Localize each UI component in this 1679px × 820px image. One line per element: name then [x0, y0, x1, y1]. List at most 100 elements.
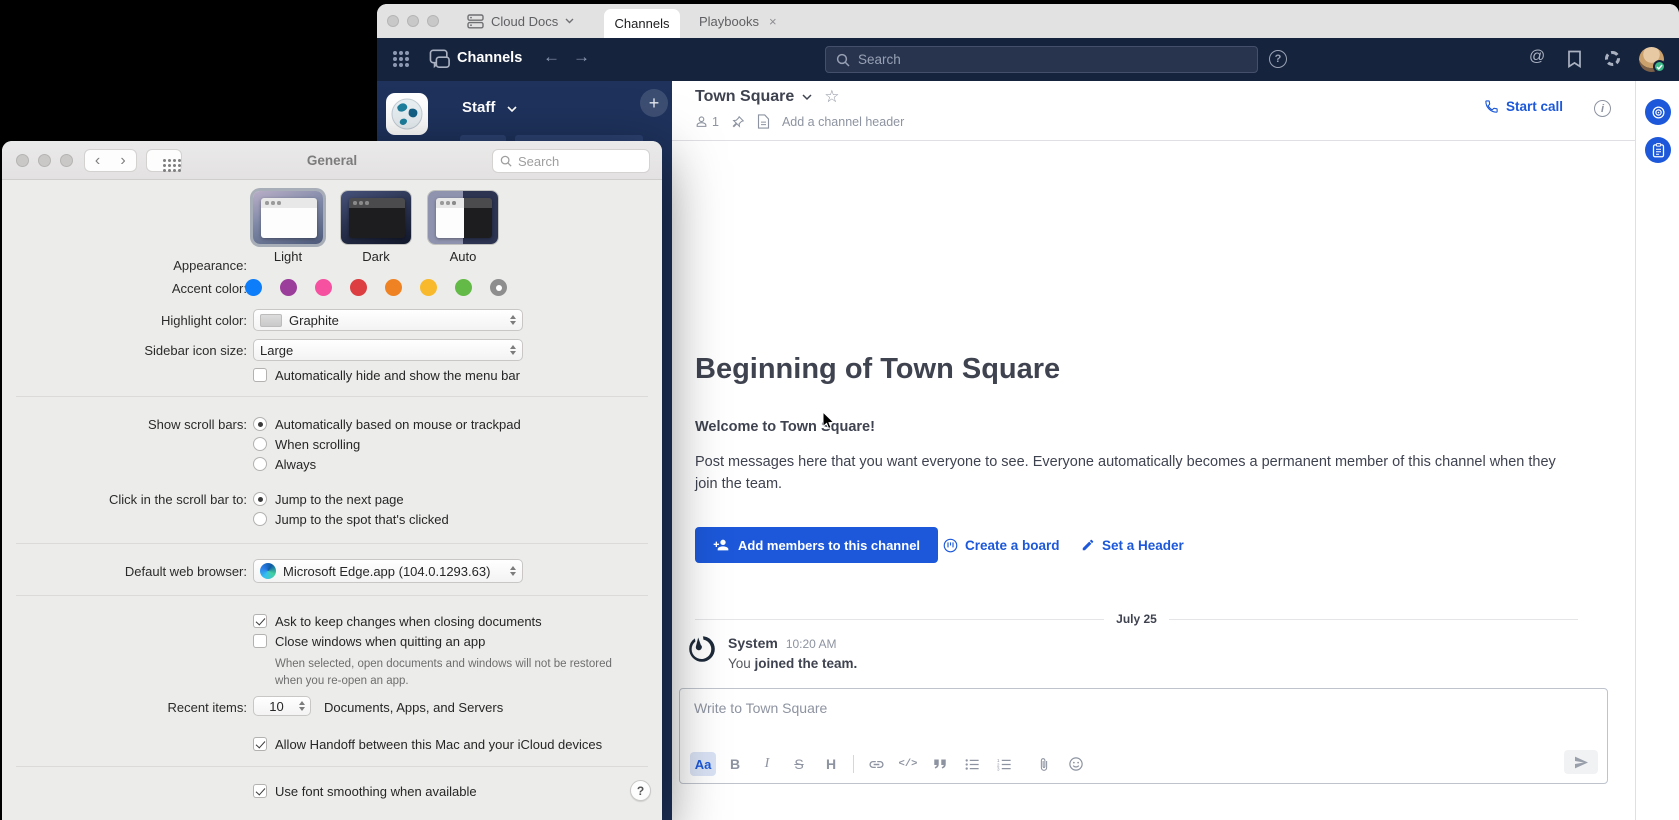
- boards-app-button[interactable]: [1645, 137, 1671, 163]
- channel-subheader: 1 Add a channel header: [695, 114, 904, 129]
- numbered-list-button[interactable]: 123: [991, 752, 1017, 776]
- window-close-button[interactable]: [387, 15, 399, 27]
- date-divider-label[interactable]: July 25: [1116, 612, 1157, 626]
- scrollbars-when-scrolling-label: When scrolling: [275, 437, 360, 452]
- search-icon: [500, 155, 512, 167]
- ask-keep-changes-checkbox[interactable]: [253, 614, 267, 628]
- jump-to-spot-radio[interactable]: [253, 512, 267, 526]
- tab-close-icon[interactable]: ×: [769, 14, 777, 29]
- server-icon: [467, 14, 484, 29]
- italic-button[interactable]: I: [754, 752, 780, 776]
- history-forward-icon[interactable]: →: [573, 47, 590, 67]
- edge-browser-icon: [260, 563, 276, 579]
- window-minimize-button[interactable]: [407, 15, 419, 27]
- search-input[interactable]: Search: [825, 46, 1258, 73]
- send-button[interactable]: [1564, 750, 1598, 774]
- accent-color-graphite[interactable]: [490, 279, 507, 296]
- add-channel-header-link[interactable]: Add a channel header: [782, 115, 904, 129]
- sidebar-icon-size-label: Sidebar icon size:: [2, 343, 247, 358]
- prefs-show-all-button[interactable]: [146, 149, 182, 172]
- server-menu[interactable]: Cloud Docs: [467, 4, 574, 38]
- add-members-button[interactable]: Add members to this channel: [695, 527, 938, 563]
- playbooks-app-button[interactable]: [1645, 99, 1671, 125]
- font-smoothing-checkbox[interactable]: [253, 784, 267, 798]
- prefs-help-button[interactable]: ?: [630, 780, 651, 801]
- member-icon: [695, 115, 708, 128]
- create-board-button[interactable]: Create a board: [937, 527, 1066, 563]
- channel-main: Town Square ☆ 1 Add a channel header: [672, 81, 1635, 820]
- message-composer[interactable]: Write to Town Square Aa B I S H </> 123: [679, 688, 1608, 784]
- avatar[interactable]: [1639, 47, 1664, 72]
- prefs-zoom-button[interactable]: [60, 154, 73, 167]
- tab-playbooks[interactable]: Playbooks ×: [699, 4, 777, 38]
- highlight-color-dropdown[interactable]: Graphite: [253, 309, 523, 331]
- show-formatting-button[interactable]: Aa: [690, 752, 716, 776]
- mentions-icon[interactable]: @: [1529, 48, 1545, 66]
- bold-button[interactable]: B: [722, 752, 748, 776]
- window-zoom-button[interactable]: [427, 15, 439, 27]
- accent-color-pink[interactable]: [315, 279, 332, 296]
- accent-color-yellow[interactable]: [420, 279, 437, 296]
- globe-icon: [390, 97, 424, 131]
- jump-next-page-radio[interactable]: [253, 492, 267, 506]
- team-menu-chevron-icon[interactable]: [507, 106, 517, 113]
- channel-files-icon[interactable]: [757, 114, 770, 129]
- appearance-light-option[interactable]: [253, 191, 323, 244]
- scrollbars-when-scrolling-radio[interactable]: [253, 437, 267, 451]
- accent-color-orange[interactable]: [385, 279, 402, 296]
- grid-icon: [163, 159, 166, 162]
- pinned-posts-icon[interactable]: [731, 115, 745, 129]
- close-windows-checkbox[interactable]: [253, 634, 267, 648]
- product-switcher-icon[interactable]: [393, 51, 397, 55]
- formatting-toolbar: Aa B I S H </> 123: [690, 752, 1089, 776]
- jump-to-spot-label: Jump to the spot that's clicked: [275, 512, 449, 527]
- link-button[interactable]: [863, 752, 889, 776]
- appearance-dark-option[interactable]: [341, 191, 411, 244]
- prefs-close-button[interactable]: [16, 154, 29, 167]
- heading-button[interactable]: H: [818, 752, 844, 776]
- default-browser-dropdown[interactable]: Microsoft Edge.app (104.0.1293.63): [253, 559, 523, 583]
- saved-posts-icon[interactable]: [1567, 50, 1582, 68]
- prefs-forward-button[interactable]: ›: [110, 149, 137, 172]
- accent-color-green[interactable]: [455, 279, 472, 296]
- prefs-back-button[interactable]: ‹: [84, 149, 111, 172]
- sidebar-icon-size-dropdown[interactable]: Large: [253, 339, 523, 361]
- team-name[interactable]: Staff: [462, 99, 495, 116]
- accent-color-purple[interactable]: [280, 279, 297, 296]
- members-count[interactable]: 1: [695, 115, 719, 129]
- code-button[interactable]: </>: [895, 752, 921, 776]
- jump-next-page-label: Jump to the next page: [275, 492, 404, 507]
- history-back-icon[interactable]: ←: [543, 47, 560, 67]
- emoji-button[interactable]: [1063, 752, 1089, 776]
- quote-button[interactable]: [927, 752, 953, 776]
- channel-intro-heading: Beginning of Town Square: [695, 353, 1060, 386]
- divider: [16, 543, 648, 544]
- hide-menu-bar-checkbox[interactable]: [253, 368, 267, 382]
- system-preferences-window: ‹ › General Search Appearance: Lig: [2, 141, 662, 820]
- team-icon[interactable]: [386, 93, 428, 135]
- channel-info-icon[interactable]: i: [1594, 100, 1611, 117]
- intro-paragraph: Post messages here that you want everyon…: [695, 451, 1580, 496]
- scrollbars-auto-radio[interactable]: [253, 417, 267, 431]
- start-call-button[interactable]: Start call: [1484, 99, 1563, 114]
- attachment-button[interactable]: [1031, 752, 1057, 776]
- close-windows-help-text: When selected, open documents and window…: [275, 656, 627, 689]
- accent-color-blue[interactable]: [245, 279, 262, 296]
- message-author[interactable]: System: [728, 635, 778, 651]
- settings-gear-icon[interactable]: [1605, 51, 1620, 66]
- scrollbars-always-radio[interactable]: [253, 457, 267, 471]
- handoff-checkbox[interactable]: [253, 737, 267, 751]
- bulleted-list-button[interactable]: [959, 752, 985, 776]
- help-icon[interactable]: ?: [1269, 50, 1287, 68]
- channel-title[interactable]: Town Square ☆: [695, 87, 840, 107]
- add-channel-button[interactable]: +: [640, 89, 668, 117]
- favorite-star-icon[interactable]: ☆: [824, 87, 839, 107]
- prefs-minimize-button[interactable]: [38, 154, 51, 167]
- tab-channels[interactable]: Channels: [604, 9, 680, 38]
- recent-items-stepper[interactable]: 10: [253, 696, 311, 716]
- strikethrough-button[interactable]: S: [786, 752, 812, 776]
- accent-color-red[interactable]: [350, 279, 367, 296]
- set-header-button[interactable]: Set a Header: [1075, 527, 1190, 563]
- prefs-search-field[interactable]: Search: [492, 149, 650, 173]
- appearance-auto-option[interactable]: [428, 191, 498, 244]
